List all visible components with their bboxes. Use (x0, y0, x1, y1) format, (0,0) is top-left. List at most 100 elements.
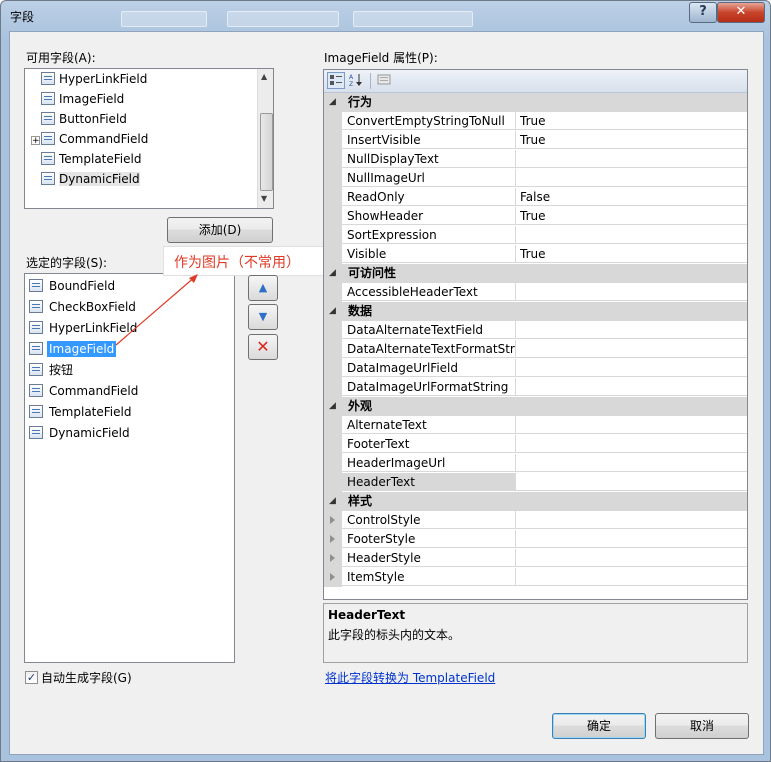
property-category[interactable]: ◢ 可访问性 (324, 264, 747, 283)
property-name[interactable]: AccessibleHeaderText (342, 283, 516, 301)
ok-button[interactable]: 确定 (552, 713, 646, 739)
property-row[interactable]: HeaderText (324, 473, 747, 492)
delete-field-button[interactable]: ✕ (248, 334, 278, 360)
tree-item[interactable]: + CommandField (31, 130, 148, 148)
property-value[interactable]: True (516, 131, 747, 149)
property-category[interactable]: ◢ 数据 (324, 302, 747, 321)
property-row[interactable]: ControlStyle (324, 511, 747, 530)
property-value[interactable]: True (516, 112, 747, 130)
auto-generate-checkbox[interactable]: ✓ (25, 671, 38, 684)
close-button[interactable]: ✕ (717, 2, 765, 23)
move-up-button[interactable]: ▲ (248, 275, 278, 301)
property-name[interactable]: ReadOnly (342, 188, 516, 206)
property-name[interactable]: HeaderImageUrl (342, 454, 516, 472)
property-name[interactable]: NullImageUrl (342, 169, 516, 187)
tree-item[interactable]: ImageField (31, 90, 124, 108)
list-item[interactable]: CommandField (29, 382, 140, 400)
property-value[interactable] (516, 511, 747, 529)
property-row[interactable]: DataAlternateTextFormatString (324, 340, 747, 359)
tree-item[interactable]: TemplateField (31, 150, 141, 168)
property-value[interactable] (516, 321, 747, 339)
help-button[interactable]: ? (689, 2, 717, 23)
property-name[interactable]: ConvertEmptyStringToNull (342, 112, 516, 130)
property-value[interactable] (516, 568, 747, 586)
property-name[interactable]: FooterStyle (342, 530, 516, 548)
property-name[interactable]: DataAlternateTextField (342, 321, 516, 339)
available-fields-scrollbar[interactable]: ▲ ▼ (257, 69, 273, 208)
property-value[interactable] (516, 454, 747, 472)
property-category[interactable]: ◢ 样式 (324, 492, 747, 511)
property-pages-button[interactable] (376, 72, 394, 89)
property-name[interactable]: InsertVisible (342, 131, 516, 149)
property-value[interactable] (516, 283, 747, 301)
property-value[interactable] (516, 549, 747, 567)
property-value[interactable] (516, 378, 747, 396)
property-name[interactable]: ItemStyle (342, 568, 516, 586)
property-name[interactable]: DataImageUrlField (342, 359, 516, 377)
list-item[interactable]: 按钮 (29, 361, 75, 379)
alphabetical-view-button[interactable]: AZ (348, 72, 366, 89)
property-name[interactable]: Visible (342, 245, 516, 263)
collapse-icon[interactable]: ◢ (329, 93, 336, 112)
list-item[interactable]: TemplateField (29, 403, 133, 421)
expand-icon[interactable] (330, 535, 335, 543)
property-name[interactable]: HeaderStyle (342, 549, 516, 567)
property-row[interactable]: NullImageUrl (324, 169, 747, 188)
property-value[interactable] (516, 435, 747, 453)
convert-to-template-link[interactable]: 将此字段转换为 TemplateField (325, 669, 495, 686)
property-value[interactable] (516, 359, 747, 377)
list-item[interactable]: ImageField (29, 340, 117, 358)
list-item[interactable]: DynamicField (29, 424, 132, 442)
property-value[interactable]: False (516, 188, 747, 206)
property-row[interactable]: DataImageUrlField (324, 359, 747, 378)
property-value[interactable] (516, 416, 747, 434)
property-row[interactable]: NullDisplayText (324, 150, 747, 169)
collapse-icon[interactable]: ◢ (329, 264, 336, 283)
scrollbar-thumb[interactable] (260, 113, 273, 191)
available-fields-tree[interactable]: HyperLinkField ImageField ButtonField + Comm… (24, 68, 274, 209)
tree-expander-icon[interactable]: + (31, 136, 40, 146)
expand-icon[interactable] (330, 573, 335, 581)
property-row[interactable]: HeaderImageUrl (324, 454, 747, 473)
move-down-button[interactable]: ▼ (248, 304, 278, 330)
property-value[interactable] (516, 530, 747, 548)
list-item[interactable]: BoundField (29, 277, 117, 295)
property-value[interactable] (516, 473, 747, 491)
property-name[interactable]: SortExpression (342, 226, 516, 244)
property-row[interactable]: InsertVisible True (324, 131, 747, 150)
property-name[interactable]: ControlStyle (342, 511, 516, 529)
tree-item[interactable]: DynamicField (31, 170, 140, 188)
tree-item[interactable]: ButtonField (31, 110, 127, 128)
property-category[interactable]: ◢ 行为 (324, 93, 747, 112)
property-row[interactable]: ReadOnly False (324, 188, 747, 207)
property-name[interactable]: DataImageUrlFormatString (342, 378, 516, 396)
collapse-icon[interactable]: ◢ (329, 302, 336, 321)
property-name[interactable]: NullDisplayText (342, 150, 516, 168)
property-row[interactable]: FooterStyle (324, 530, 747, 549)
property-name[interactable]: HeaderText (342, 473, 516, 491)
property-name[interactable]: FooterText (342, 435, 516, 453)
property-row[interactable]: HeaderStyle (324, 549, 747, 568)
property-value[interactable]: True (516, 245, 747, 263)
cancel-button[interactable]: 取消 (655, 713, 749, 739)
property-value[interactable] (516, 340, 747, 358)
collapse-icon[interactable]: ◢ (329, 492, 336, 511)
add-field-button[interactable]: 添加(D) (167, 217, 273, 243)
property-value[interactable] (516, 150, 747, 168)
expand-icon[interactable] (330, 554, 335, 562)
property-row[interactable]: AccessibleHeaderText (324, 283, 747, 302)
tree-item[interactable]: HyperLinkField (31, 70, 147, 88)
property-name[interactable]: AlternateText (342, 416, 516, 434)
scroll-down-icon[interactable]: ▼ (261, 194, 267, 203)
expand-icon[interactable] (330, 516, 335, 524)
property-category[interactable]: ◢ 外观 (324, 397, 747, 416)
property-row[interactable]: FooterText (324, 435, 747, 454)
property-grid[interactable]: AZ ◢ 行为 ConvertEmptyStringToNull True Insert… (323, 69, 748, 600)
property-row[interactable]: AlternateText (324, 416, 747, 435)
property-row[interactable]: Visible True (324, 245, 747, 264)
collapse-icon[interactable]: ◢ (329, 397, 336, 416)
property-value[interactable] (516, 169, 747, 187)
property-value[interactable] (516, 226, 747, 244)
auto-generate-label[interactable]: 自动生成字段(G) (41, 669, 132, 686)
property-row[interactable]: ShowHeader True (324, 207, 747, 226)
